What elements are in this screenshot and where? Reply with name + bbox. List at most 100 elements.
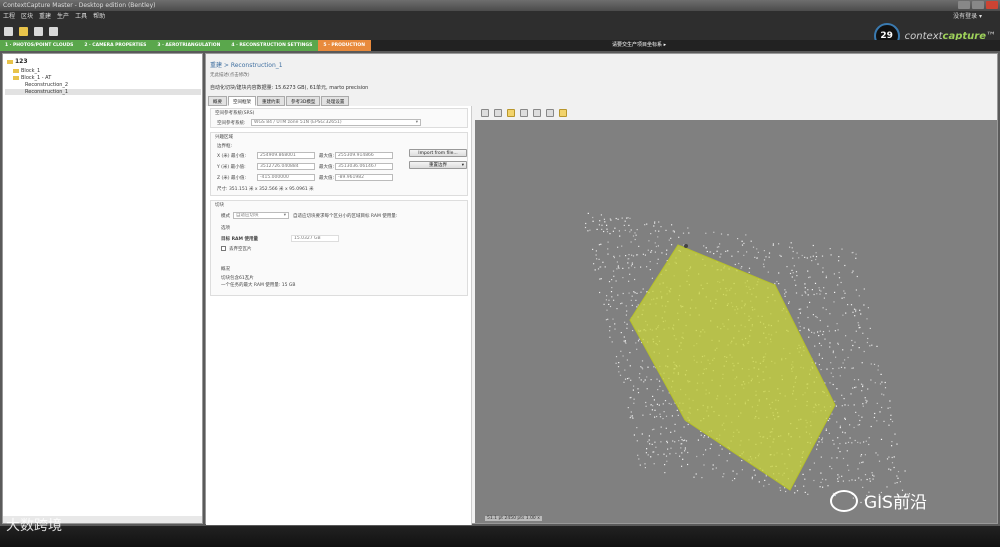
tile-icon[interactable] (559, 109, 567, 117)
discard-empty-tiles-label: 丢弃空瓦片 (229, 247, 252, 252)
new-project-icon[interactable] (4, 26, 13, 36)
point-cloud-canvas[interactable] (475, 120, 997, 523)
windows-taskbar (0, 526, 1000, 547)
zoom-icon[interactable] (494, 109, 502, 117)
bbox-label: 边界框: (217, 144, 233, 149)
tree-root[interactable]: 123 (7, 58, 28, 65)
menu-block[interactable]: 区块 (21, 11, 33, 22)
tiling-section-label: 切块 (215, 203, 224, 208)
chevron-down-icon: ▾ (415, 120, 418, 125)
y-max-field[interactable]: 3513036.061467 (335, 163, 393, 170)
srs-label: 空间参考系统: (217, 121, 246, 126)
grid-icon[interactable] (520, 109, 528, 117)
options-label: 选项 (221, 226, 230, 231)
main-panel: 重建 > Reconstruction_1 无此描述(点击修改) 自动化切块/建… (205, 53, 998, 525)
home-view-icon[interactable] (481, 109, 489, 117)
tab-reference-3d-model[interactable]: 参考3D模型 (286, 96, 321, 106)
tree-item-block-at[interactable]: Block_1 - AT (13, 75, 51, 81)
viewer-toolbar (475, 106, 997, 120)
y-max-label: 最大值: (319, 165, 335, 170)
workflow-hint[interactable]: 请要交生产项目坐标系 ▸ (612, 40, 666, 51)
region-section-label: 兴趣区域 (215, 135, 233, 140)
save-icon[interactable] (34, 26, 43, 36)
x-max-field[interactable]: 255309.914866 (335, 152, 393, 159)
chevron-down-icon: ▾ (283, 213, 286, 218)
bounding-box-overlay[interactable] (629, 244, 836, 491)
y-min-field[interactable]: 3512726.040884 (257, 163, 315, 170)
srs-select[interactable]: WGS 84 / UTM zone 51N (EPSG:32651) ▾ (251, 119, 421, 126)
tree-item-reconstruction-2[interactable]: Reconstruction_2 (25, 82, 68, 88)
menu-help[interactable]: 帮助 (93, 11, 105, 22)
step-reconstruction-settings[interactable]: 4 · RECONSTRUCTION SETTINGS (226, 40, 319, 51)
mode-label: 模式 (221, 214, 230, 219)
y-min-label: Y (米) 最小值: (217, 165, 246, 170)
step-aerotriangulation[interactable]: 3 · AEROTRIANGULATION (152, 40, 227, 51)
spatial-framework-form: 空间参考系统(SRS) 空间参考系统: WGS 84 / UTM zone 51… (206, 106, 472, 525)
step-photos[interactable]: 1 · PHOTOS/POINT CLOUDS (0, 40, 80, 51)
x-min-label: X (米) 最小值: (217, 154, 246, 159)
description-edit-link[interactable]: 无此描述(点击修改) (210, 72, 250, 78)
srs-section: 空间参考系统(SRS) 空间参考系统: WGS 84 / UTM zone 51… (210, 108, 468, 128)
bbox-size: 尺寸: 351.151 米 x 352.566 米 x 95.0961 米 (217, 187, 314, 192)
block-icon (13, 68, 19, 73)
tab-processing-settings[interactable]: 处理设置 (321, 96, 350, 106)
3d-viewer[interactable]: 51.1 pt 2450 pts 1.00 x (475, 106, 997, 523)
open-project-icon[interactable] (19, 26, 28, 36)
wechat-icon (830, 489, 858, 512)
step-camera-properties[interactable]: 2 · CAMERA PROPERTIES (79, 40, 153, 51)
tiling-mode-select[interactable]: 自适应切块 ▾ (233, 212, 289, 219)
step-production[interactable]: 5 · PRODUCTION (318, 40, 371, 51)
discard-empty-tiles-checkbox[interactable] (221, 246, 226, 251)
summary-tiles: 切块包含61瓦片 (221, 276, 254, 281)
x-min-field[interactable]: 254909.868001 (257, 152, 315, 159)
workflow-step-bar: 1 · PHOTOS/POINT CLOUDS 2 · CAMERA PROPE… (0, 40, 1000, 51)
import-from-file-button[interactable]: Import from file... (409, 149, 467, 157)
srs-section-label: 空间参考系统(SRS) (215, 111, 255, 116)
summary-label: 概况 (221, 267, 230, 272)
close-icon[interactable] (986, 1, 998, 9)
watermark-right: GIS前沿 (830, 488, 927, 513)
project-icon (7, 59, 13, 64)
tree-item-block[interactable]: Block_1 (13, 68, 40, 74)
target-ram-field[interactable]: 15.0327 GB (291, 235, 339, 242)
settings-icon[interactable] (49, 26, 58, 36)
minimize-icon[interactable] (958, 1, 970, 9)
tab-spatial-framework[interactable]: 空间框架 (228, 96, 256, 106)
tree-item-reconstruction-1[interactable]: Reconstruction_1 (5, 89, 201, 95)
z-min-field[interactable]: -415.000000 (257, 174, 315, 181)
watermark-left: 大数跨境 (6, 518, 62, 534)
chevron-down-icon: ▾ (461, 163, 464, 168)
tab-reconstruction-constraints[interactable]: 重建约束 (257, 96, 285, 106)
reconstruction-summary: 自动化切块/建块内容数据量: 15.6273 GB), 61单元, marto … (210, 85, 369, 91)
camera-icon[interactable] (533, 109, 541, 117)
box-view-icon[interactable] (507, 109, 515, 117)
z-min-label: Z (米) 最小值: (217, 176, 246, 181)
photo-icon[interactable] (546, 109, 554, 117)
window-title: ContextCapture Master - Desktop edition … (3, 2, 156, 9)
tiling-section: 切块 模式 自适应切块 ▾ 自适应切块要求每个区分小的区域目标 RAM 使用量:… (210, 200, 468, 296)
main-toolbar (0, 22, 1000, 40)
summary-ram: 一个任务的最大 RAM 使用量: 15 GB (221, 283, 296, 288)
window-controls (958, 1, 998, 9)
breadcrumb[interactable]: 重建 > Reconstruction_1 (210, 60, 283, 69)
menu-project[interactable]: 工程 (3, 11, 15, 22)
menu-production[interactable]: 生产 (57, 11, 69, 22)
window-title-bar: ContextCapture Master - Desktop edition … (0, 0, 1000, 11)
menu-bar: 工程 区块 重建 生产 工具 帮助 没有登录 ▾ (0, 11, 1000, 22)
tab-strip: 概要 空间框架 重建约束 参考3D模型 处理设置 (208, 96, 350, 106)
login-status[interactable]: 没有登录 ▾ (953, 11, 982, 22)
maximize-icon[interactable] (972, 1, 984, 9)
region-section: 兴趣区域 边界框: X (米) 最小值: 254909.868001 最大值: … (210, 132, 468, 196)
target-ram-label: 目标 RAM 使用量 (221, 237, 259, 242)
tab-general[interactable]: 概要 (208, 96, 227, 106)
viewer-status: 51.1 pt 2450 pts 1.00 x (485, 516, 542, 521)
tiling-mode-hint: 自适应切块要求每个区分小的区域目标 RAM 使用量: (293, 214, 398, 219)
menu-reconstruction[interactable]: 重建 (39, 11, 51, 22)
z-max-field[interactable]: -89.961982 (335, 174, 393, 181)
z-max-label: 最大值: (319, 176, 335, 181)
menu-tools[interactable]: 工具 (75, 11, 87, 22)
reset-bounds-button[interactable]: 重置边界 ▾ (409, 161, 467, 169)
x-max-label: 最大值: (319, 154, 335, 159)
project-tree-panel: 123 Block_1 Block_1 - AT Reconstruction_… (2, 53, 203, 524)
bbox-handle[interactable] (684, 244, 688, 248)
